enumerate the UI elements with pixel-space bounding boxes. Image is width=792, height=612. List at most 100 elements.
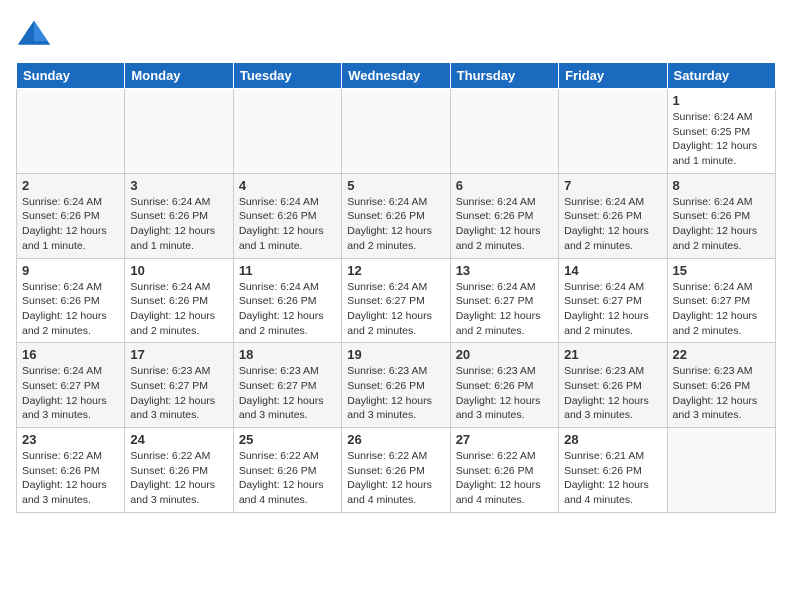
day-info: Sunrise: 6:23 AM Sunset: 6:26 PM Dayligh… xyxy=(456,364,553,423)
weekday-header-friday: Friday xyxy=(559,63,667,89)
weekday-header-thursday: Thursday xyxy=(450,63,558,89)
calendar-day-cell: 10Sunrise: 6:24 AM Sunset: 6:26 PM Dayli… xyxy=(125,258,233,343)
day-number: 23 xyxy=(22,432,119,447)
day-number: 20 xyxy=(456,347,553,362)
day-info: Sunrise: 6:24 AM Sunset: 6:27 PM Dayligh… xyxy=(22,364,119,423)
calendar-day-cell xyxy=(233,89,341,174)
day-info: Sunrise: 6:22 AM Sunset: 6:26 PM Dayligh… xyxy=(22,449,119,508)
calendar-week-row: 9Sunrise: 6:24 AM Sunset: 6:26 PM Daylig… xyxy=(17,258,776,343)
day-number: 22 xyxy=(673,347,770,362)
day-number: 14 xyxy=(564,263,661,278)
calendar-day-cell: 22 Sunrise: 6:23 AM Sunset: 6:26 PM Dayli… xyxy=(667,343,775,428)
calendar-day-cell: 12 Sunrise: 6:24 AM Sunset: 6:27 PM Dayli… xyxy=(342,258,450,343)
calendar-week-row: 16 Sunrise: 6:24 AM Sunset: 6:27 PM Dayli… xyxy=(17,343,776,428)
day-number: 18 xyxy=(239,347,336,362)
day-info: Sunrise: 6:24 AM Sunset: 6:26 PM Dayligh… xyxy=(22,280,119,339)
calendar-day-cell: 13 Sunrise: 6:24 AM Sunset: 6:27 PM Dayli… xyxy=(450,258,558,343)
day-info: Sunrise: 6:24 AM Sunset: 6:26 PM Dayligh… xyxy=(456,195,553,254)
calendar-day-cell: 24 Sunrise: 6:22 AM Sunset: 6:26 PM Dayli… xyxy=(125,428,233,513)
calendar-week-row: 1 Sunrise: 6:24 AM Sunset: 6:25 PM Daylig… xyxy=(17,89,776,174)
day-info: Sunrise: 6:21 AM Sunset: 6:26 PM Dayligh… xyxy=(564,449,661,508)
day-number: 24 xyxy=(130,432,227,447)
day-info: Sunrise: 6:24 AM Sunset: 6:27 PM Dayligh… xyxy=(456,280,553,339)
calendar-day-cell: 11 Sunrise: 6:24 AM Sunset: 6:26 PM Dayli… xyxy=(233,258,341,343)
day-info: Sunrise: 6:23 AM Sunset: 6:26 PM Dayligh… xyxy=(673,364,770,423)
day-number: 15 xyxy=(673,263,770,278)
day-info: Sunrise: 6:23 AM Sunset: 6:26 PM Dayligh… xyxy=(347,364,444,423)
day-info: Sunrise: 6:24 AM Sunset: 6:26 PM Dayligh… xyxy=(347,195,444,254)
day-info: Sunrise: 6:23 AM Sunset: 6:27 PM Dayligh… xyxy=(130,364,227,423)
calendar-day-cell xyxy=(667,428,775,513)
day-info: Sunrise: 6:24 AM Sunset: 6:25 PM Dayligh… xyxy=(673,110,770,169)
calendar-day-cell: 3 Sunrise: 6:24 AM Sunset: 6:26 PM Daylig… xyxy=(125,173,233,258)
calendar-day-cell: 1 Sunrise: 6:24 AM Sunset: 6:25 PM Daylig… xyxy=(667,89,775,174)
weekday-header-saturday: Saturday xyxy=(667,63,775,89)
day-number: 5 xyxy=(347,178,444,193)
day-number: 4 xyxy=(239,178,336,193)
calendar-day-cell xyxy=(125,89,233,174)
day-info: Sunrise: 6:24 AM Sunset: 6:27 PM Dayligh… xyxy=(564,280,661,339)
calendar-day-cell: 15 Sunrise: 6:24 AM Sunset: 6:27 PM Dayli… xyxy=(667,258,775,343)
day-info: Sunrise: 6:24 AM Sunset: 6:26 PM Dayligh… xyxy=(673,195,770,254)
day-info: Sunrise: 6:22 AM Sunset: 6:26 PM Dayligh… xyxy=(347,449,444,508)
day-info: Sunrise: 6:24 AM Sunset: 6:26 PM Dayligh… xyxy=(239,280,336,339)
weekday-header-sunday: Sunday xyxy=(17,63,125,89)
weekday-header-monday: Monday xyxy=(125,63,233,89)
calendar-day-cell: 6 Sunrise: 6:24 AM Sunset: 6:26 PM Daylig… xyxy=(450,173,558,258)
calendar-day-cell: 18 Sunrise: 6:23 AM Sunset: 6:27 PM Dayli… xyxy=(233,343,341,428)
logo xyxy=(16,16,56,52)
calendar-day-cell: 27 Sunrise: 6:22 AM Sunset: 6:26 PM Dayli… xyxy=(450,428,558,513)
day-info: Sunrise: 6:24 AM Sunset: 6:27 PM Dayligh… xyxy=(673,280,770,339)
calendar-day-cell: 9Sunrise: 6:24 AM Sunset: 6:26 PM Daylig… xyxy=(17,258,125,343)
day-number: 12 xyxy=(347,263,444,278)
day-number: 10 xyxy=(130,263,227,278)
day-info: Sunrise: 6:24 AM Sunset: 6:26 PM Dayligh… xyxy=(130,195,227,254)
day-number: 27 xyxy=(456,432,553,447)
day-info: Sunrise: 6:23 AM Sunset: 6:26 PM Dayligh… xyxy=(564,364,661,423)
day-number: 21 xyxy=(564,347,661,362)
day-info: Sunrise: 6:22 AM Sunset: 6:26 PM Dayligh… xyxy=(130,449,227,508)
day-number: 1 xyxy=(673,93,770,108)
day-number: 2 xyxy=(22,178,119,193)
day-number: 13 xyxy=(456,263,553,278)
day-number: 6 xyxy=(456,178,553,193)
calendar-day-cell: 23 Sunrise: 6:22 AM Sunset: 6:26 PM Dayli… xyxy=(17,428,125,513)
day-info: Sunrise: 6:24 AM Sunset: 6:27 PM Dayligh… xyxy=(347,280,444,339)
calendar-day-cell: 7 Sunrise: 6:24 AM Sunset: 6:26 PM Daylig… xyxy=(559,173,667,258)
calendar-day-cell: 26Sunrise: 6:22 AM Sunset: 6:26 PM Dayli… xyxy=(342,428,450,513)
day-number: 17 xyxy=(130,347,227,362)
calendar-day-cell: 25 Sunrise: 6:22 AM Sunset: 6:26 PM Dayli… xyxy=(233,428,341,513)
calendar-day-cell: 8 Sunrise: 6:24 AM Sunset: 6:26 PM Daylig… xyxy=(667,173,775,258)
day-number: 8 xyxy=(673,178,770,193)
calendar-day-cell: 5 Sunrise: 6:24 AM Sunset: 6:26 PM Daylig… xyxy=(342,173,450,258)
calendar-day-cell: 21 Sunrise: 6:23 AM Sunset: 6:26 PM Dayli… xyxy=(559,343,667,428)
calendar-day-cell xyxy=(559,89,667,174)
day-number: 7 xyxy=(564,178,661,193)
day-number: 25 xyxy=(239,432,336,447)
day-number: 19 xyxy=(347,347,444,362)
day-info: Sunrise: 6:24 AM Sunset: 6:26 PM Dayligh… xyxy=(564,195,661,254)
calendar-day-cell: 19 Sunrise: 6:23 AM Sunset: 6:26 PM Dayli… xyxy=(342,343,450,428)
header xyxy=(16,16,776,52)
day-info: Sunrise: 6:24 AM Sunset: 6:26 PM Dayligh… xyxy=(22,195,119,254)
calendar-day-cell: 17 Sunrise: 6:23 AM Sunset: 6:27 PM Dayli… xyxy=(125,343,233,428)
day-info: Sunrise: 6:22 AM Sunset: 6:26 PM Dayligh… xyxy=(239,449,336,508)
day-number: 16 xyxy=(22,347,119,362)
calendar-day-cell: 4Sunrise: 6:24 AM Sunset: 6:26 PM Daylig… xyxy=(233,173,341,258)
calendar-day-cell: 14 Sunrise: 6:24 AM Sunset: 6:27 PM Dayli… xyxy=(559,258,667,343)
day-info: Sunrise: 6:23 AM Sunset: 6:27 PM Dayligh… xyxy=(239,364,336,423)
calendar-header-row: SundayMondayTuesdayWednesdayThursdayFrid… xyxy=(17,63,776,89)
calendar-day-cell: 20 Sunrise: 6:23 AM Sunset: 6:26 PM Dayli… xyxy=(450,343,558,428)
day-info: Sunrise: 6:22 AM Sunset: 6:26 PM Dayligh… xyxy=(456,449,553,508)
calendar-day-cell: 16 Sunrise: 6:24 AM Sunset: 6:27 PM Dayli… xyxy=(17,343,125,428)
calendar-day-cell xyxy=(450,89,558,174)
calendar-week-row: 2 Sunrise: 6:24 AM Sunset: 6:26 PM Daylig… xyxy=(17,173,776,258)
day-number: 3 xyxy=(130,178,227,193)
weekday-header-wednesday: Wednesday xyxy=(342,63,450,89)
calendar-day-cell xyxy=(342,89,450,174)
day-number: 11 xyxy=(239,263,336,278)
logo-icon xyxy=(16,16,52,52)
calendar: SundayMondayTuesdayWednesdayThursdayFrid… xyxy=(16,62,776,513)
calendar-day-cell: 28 Sunrise: 6:21 AM Sunset: 6:26 PM Dayli… xyxy=(559,428,667,513)
day-number: 28 xyxy=(564,432,661,447)
